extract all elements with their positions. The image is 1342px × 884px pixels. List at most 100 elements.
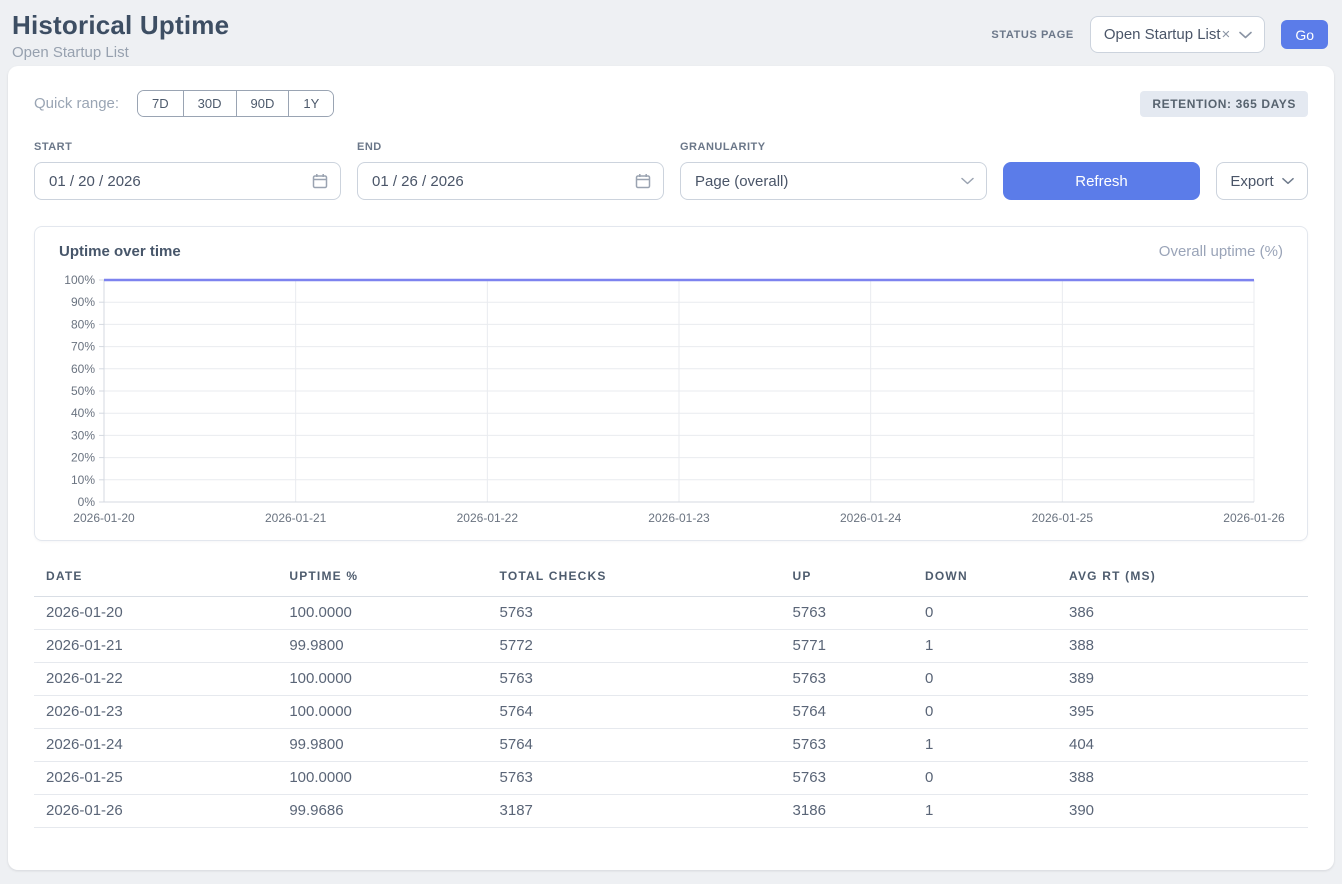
table-cell: 386	[1057, 597, 1308, 630]
table-cell: 5763	[781, 663, 913, 696]
table-cell: 0	[913, 762, 1057, 795]
table-row: 2026-01-22100.0000576357630389	[34, 663, 1308, 696]
svg-text:2026-01-23: 2026-01-23	[648, 511, 710, 525]
go-button[interactable]: Go	[1281, 20, 1328, 49]
table-cell: 3186	[781, 795, 913, 828]
main-card: Quick range: 7D30D90D1Y RETENTION: 365 D…	[8, 66, 1334, 870]
table-cell: 388	[1057, 630, 1308, 663]
table-cell: 0	[913, 663, 1057, 696]
quick-range-1y-button[interactable]: 1Y	[288, 91, 333, 116]
end-date-label: END	[357, 141, 664, 153]
start-date-value: 01 / 20 / 2026	[49, 173, 141, 190]
quick-range-group: 7D30D90D1Y	[137, 90, 334, 117]
start-date-field: START 01 / 20 / 2026	[34, 141, 341, 200]
end-date-value: 01 / 26 / 2026	[372, 173, 464, 190]
table-cell: 100.0000	[277, 762, 487, 795]
end-date-input[interactable]: 01 / 26 / 2026	[357, 162, 664, 200]
table-cell: 1	[913, 630, 1057, 663]
svg-text:2026-01-22: 2026-01-22	[457, 511, 519, 525]
table-cell: 100.0000	[277, 663, 487, 696]
quick-range-90d-button[interactable]: 90D	[236, 91, 289, 116]
chevron-down-icon	[1239, 31, 1252, 39]
chevron-down-icon	[1282, 177, 1294, 185]
statuspage-select[interactable]: Open Startup List ×	[1090, 16, 1266, 53]
table-column-header: DOWN	[913, 561, 1057, 597]
chart-title: Uptime over time	[59, 243, 181, 260]
table-cell: 5763	[488, 762, 781, 795]
table-cell: 388	[1057, 762, 1308, 795]
table-cell: 99.9800	[277, 729, 487, 762]
table-cell: 2026-01-26	[34, 795, 277, 828]
table-column-header: AVG RT (MS)	[1057, 561, 1308, 597]
granularity-select[interactable]: Page (overall)	[680, 162, 987, 200]
svg-text:20%: 20%	[71, 451, 95, 465]
start-date-label: START	[34, 141, 341, 153]
statuspage-controls: STATUS PAGE Open Startup List × Go	[991, 16, 1328, 53]
quick-range-label: Quick range:	[34, 95, 119, 112]
svg-text:90%: 90%	[71, 295, 95, 309]
refresh-button[interactable]: Refresh	[1003, 162, 1200, 200]
table-cell: 2026-01-25	[34, 762, 277, 795]
svg-text:2026-01-20: 2026-01-20	[73, 511, 135, 525]
chevron-down-icon	[961, 177, 974, 185]
uptime-chart-card: Uptime over time Overall uptime (%) 0%10…	[34, 226, 1308, 541]
chart-legend: Overall uptime (%)	[1159, 243, 1283, 260]
export-button-label: Export	[1230, 173, 1273, 190]
uptime-table-body: 2026-01-20100.00005763576303862026-01-21…	[34, 597, 1308, 828]
table-column-header: DATE	[34, 561, 277, 597]
table-row: 2026-01-25100.0000576357630388	[34, 762, 1308, 795]
table-cell: 1	[913, 729, 1057, 762]
table-cell: 2026-01-20	[34, 597, 277, 630]
table-cell: 395	[1057, 696, 1308, 729]
table-cell: 5772	[488, 630, 781, 663]
table-cell: 5771	[781, 630, 913, 663]
table-cell: 5764	[781, 696, 913, 729]
quick-range-row: Quick range: 7D30D90D1Y RETENTION: 365 D…	[34, 90, 1308, 117]
table-cell: 5763	[781, 729, 913, 762]
table-cell: 389	[1057, 663, 1308, 696]
uptime-line-chart: 0%10%20%30%40%50%60%70%80%90%100%2026-01…	[59, 270, 1286, 528]
table-cell: 0	[913, 696, 1057, 729]
svg-text:10%: 10%	[71, 473, 95, 487]
table-cell: 404	[1057, 729, 1308, 762]
retention-badge: RETENTION: 365 DAYS	[1140, 91, 1308, 117]
remove-selection-icon[interactable]: ×	[1222, 26, 1231, 43]
table-cell: 2026-01-24	[34, 729, 277, 762]
calendar-icon[interactable]	[635, 173, 651, 189]
chart-header: Uptime over time Overall uptime (%)	[59, 243, 1283, 260]
table-cell: 5764	[488, 696, 781, 729]
export-button[interactable]: Export	[1216, 162, 1308, 200]
quick-range-30d-button[interactable]: 30D	[183, 91, 236, 116]
svg-text:30%: 30%	[71, 428, 95, 442]
table-row: 2026-01-20100.0000576357630386	[34, 597, 1308, 630]
table-row: 2026-01-23100.0000576457640395	[34, 696, 1308, 729]
table-cell: 2026-01-21	[34, 630, 277, 663]
table-column-header: UPTIME %	[277, 561, 487, 597]
table-column-header: TOTAL CHECKS	[488, 561, 781, 597]
end-date-field: END 01 / 26 / 2026	[357, 141, 664, 200]
svg-text:2026-01-26: 2026-01-26	[1223, 511, 1285, 525]
svg-text:70%: 70%	[71, 340, 95, 354]
svg-text:50%: 50%	[71, 384, 95, 398]
table-cell: 5763	[488, 597, 781, 630]
table-cell: 100.0000	[277, 597, 487, 630]
table-header-row: DATEUPTIME %TOTAL CHECKSUPDOWNAVG RT (MS…	[34, 561, 1308, 597]
table-row: 2026-01-2699.9686318731861390	[34, 795, 1308, 828]
table-cell: 390	[1057, 795, 1308, 828]
table-cell: 5763	[488, 663, 781, 696]
svg-text:2026-01-21: 2026-01-21	[265, 511, 327, 525]
start-date-input[interactable]: 01 / 20 / 2026	[34, 162, 341, 200]
filter-fields-row: START 01 / 20 / 2026 END 01 / 26 / 2026 …	[34, 141, 1308, 200]
table-cell: 1	[913, 795, 1057, 828]
page-header: Historical Uptime Open Startup List STAT…	[0, 0, 1342, 64]
quick-range-7d-button[interactable]: 7D	[138, 91, 183, 116]
table-row: 2026-01-2499.9800576457631404	[34, 729, 1308, 762]
table-cell: 3187	[488, 795, 781, 828]
svg-text:2026-01-25: 2026-01-25	[1032, 511, 1094, 525]
calendar-icon[interactable]	[312, 173, 328, 189]
table-row: 2026-01-2199.9800577257711388	[34, 630, 1308, 663]
granularity-value: Page (overall)	[695, 173, 788, 190]
table-cell: 0	[913, 597, 1057, 630]
table-cell: 5764	[488, 729, 781, 762]
svg-text:100%: 100%	[64, 273, 95, 287]
